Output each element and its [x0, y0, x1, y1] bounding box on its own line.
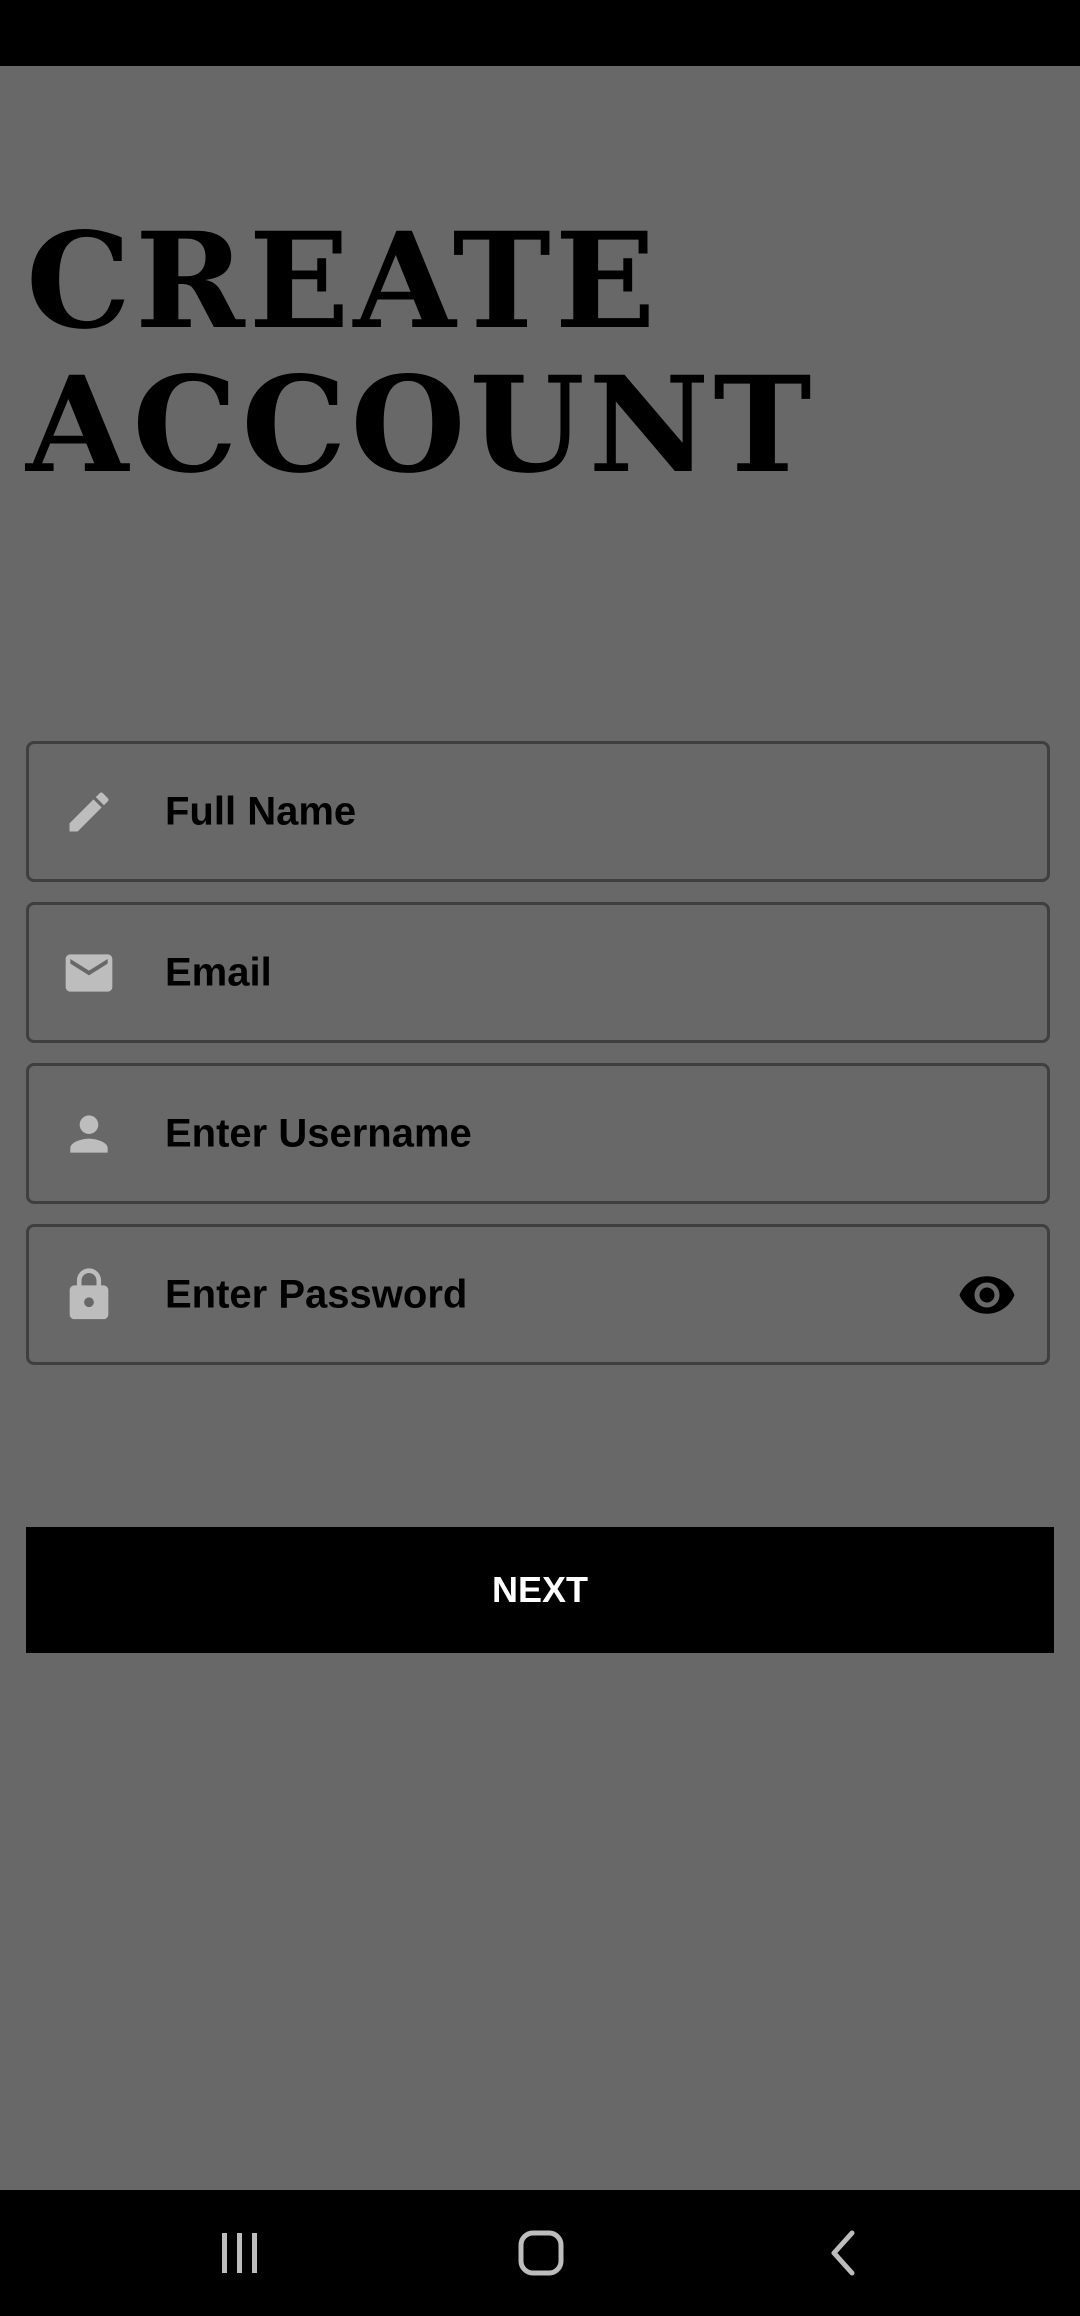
email-placeholder: Email	[165, 950, 272, 994]
navigation-bar	[0, 2190, 1080, 2316]
back-icon	[831, 2230, 855, 2276]
next-button[interactable]: NEXT	[26, 1527, 1054, 1653]
full-name-placeholder: Full Name	[165, 789, 357, 833]
back-button[interactable]	[784, 2190, 904, 2316]
email-field[interactable]: Email	[26, 902, 1050, 1043]
pencil-icon	[59, 782, 119, 842]
mail-icon	[59, 943, 119, 1003]
page-title-line-2: ACCOUNT	[26, 348, 816, 503]
username-placeholder: Enter Username	[165, 1111, 472, 1155]
recent-apps-icon	[222, 2233, 257, 2273]
password-placeholder: Enter Password	[165, 1272, 468, 1316]
person-icon	[59, 1104, 119, 1164]
password-field[interactable]: Enter Password	[26, 1224, 1050, 1365]
status-bar	[0, 0, 1080, 66]
eye-icon[interactable]	[955, 1263, 1019, 1327]
username-field[interactable]: Enter Username	[26, 1063, 1050, 1204]
home-icon	[518, 2230, 564, 2276]
home-button[interactable]	[481, 2190, 601, 2316]
recent-apps-button[interactable]	[180, 2190, 300, 2316]
full-name-field[interactable]: Full Name	[26, 741, 1050, 882]
page-title-line-1: CREATE	[26, 204, 660, 359]
page-title: CREATE ACCOUNT	[26, 210, 1026, 498]
lock-icon	[59, 1265, 119, 1325]
